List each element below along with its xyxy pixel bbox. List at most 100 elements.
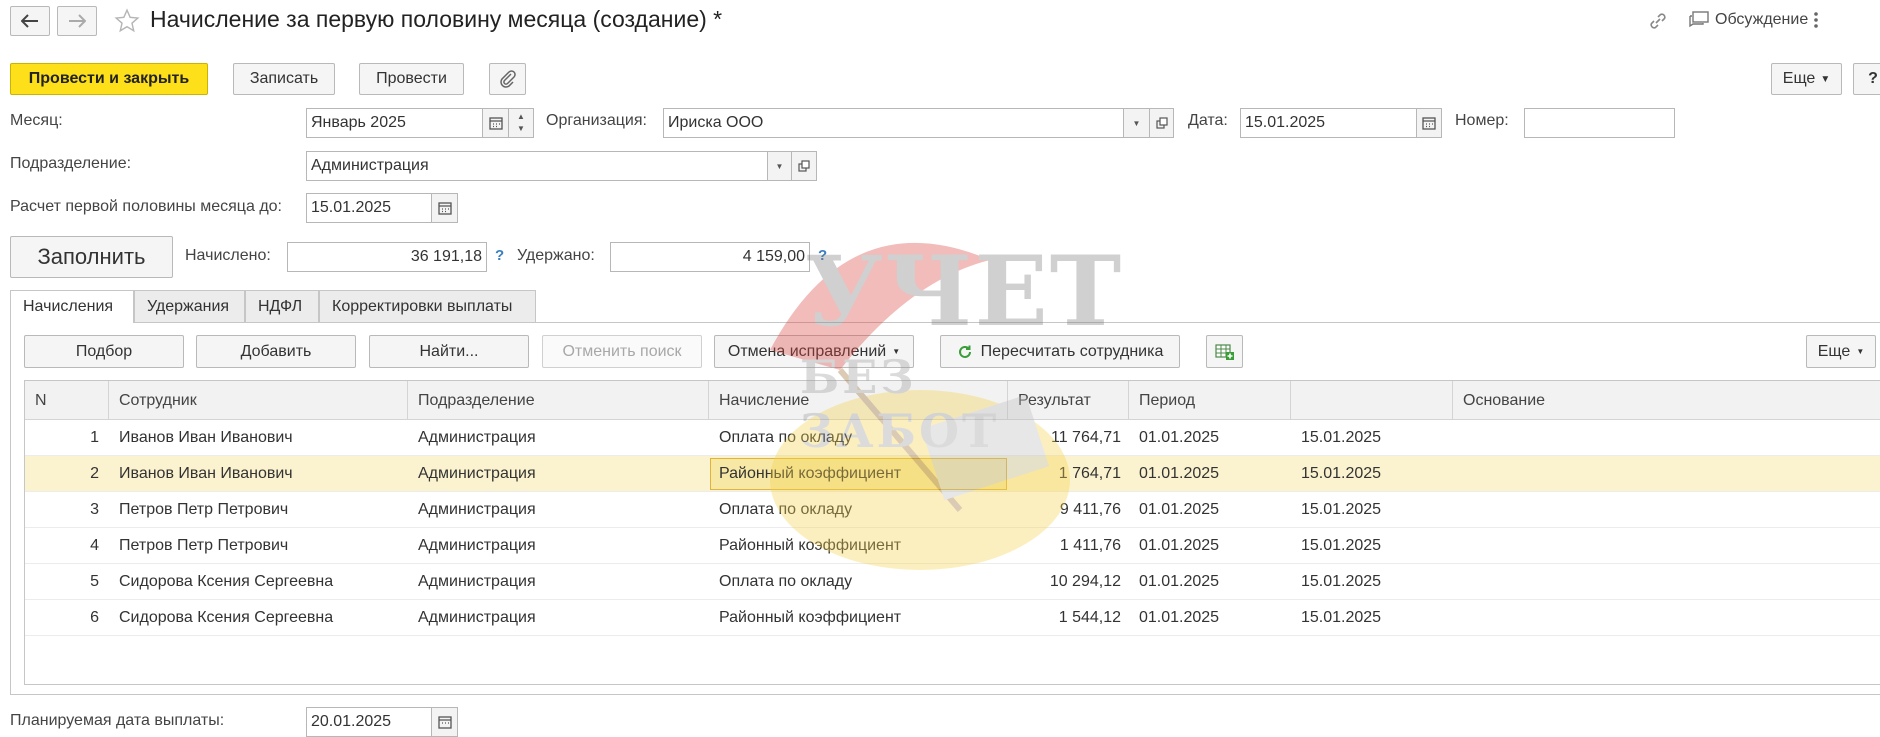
calc-until-calendar-button[interactable] bbox=[431, 193, 458, 223]
table-row[interactable]: 4 Петров Петр Петрович Администрация Рай… bbox=[25, 528, 1880, 564]
more-button[interactable]: Еще ▼ bbox=[1771, 63, 1842, 95]
table-row[interactable]: 1 Иванов Иван Иванович Администрация Опл… bbox=[25, 420, 1880, 456]
recalc-employee-button[interactable]: Пересчитать сотрудника bbox=[940, 335, 1180, 368]
period-start-cell[interactable]: 01.01.2025 bbox=[1139, 420, 1219, 456]
more-menu-icon[interactable] bbox=[1810, 9, 1822, 31]
accrual-cell[interactable]: Районный коэффициент bbox=[719, 600, 901, 636]
period-end-cell[interactable]: 15.01.2025 bbox=[1301, 420, 1381, 456]
result-cell[interactable]: 11 764,71 bbox=[1008, 420, 1121, 456]
tab-deductions[interactable]: Удержания bbox=[134, 290, 245, 322]
calc-until-field[interactable]: 15.01.2025 bbox=[306, 193, 432, 223]
accrual-cell[interactable]: Оплата по окладу bbox=[719, 492, 852, 528]
save-button[interactable]: Записать bbox=[233, 63, 335, 95]
cancel-corrections-label: Отмена исправлений bbox=[727, 342, 887, 360]
period-start-cell[interactable]: 01.01.2025 bbox=[1139, 456, 1219, 492]
column-header-period[interactable]: Период bbox=[1129, 381, 1291, 420]
table-more-button[interactable]: Еще ▼ bbox=[1806, 335, 1876, 368]
date-field[interactable]: 15.01.2025 bbox=[1240, 108, 1417, 138]
period-end-cell[interactable]: 15.01.2025 bbox=[1301, 528, 1381, 564]
accrual-cell[interactable]: Оплата по окладу bbox=[719, 420, 852, 456]
number-field[interactable] bbox=[1524, 108, 1675, 138]
accruals-table[interactable]: N Сотрудник Подразделение Начисление Рез… bbox=[24, 380, 1880, 685]
row-number: 1 bbox=[90, 429, 99, 446]
employee-cell[interactable]: Иванов Иван Иванович bbox=[119, 456, 293, 492]
column-header-employee[interactable]: Сотрудник bbox=[109, 381, 408, 420]
period-end-cell[interactable]: 15.01.2025 bbox=[1301, 492, 1381, 528]
department-cell[interactable]: Администрация bbox=[418, 600, 536, 636]
discussion-button[interactable]: Обсуждение bbox=[1689, 8, 1808, 32]
employee-cell[interactable]: Петров Петр Петрович bbox=[119, 492, 288, 528]
accrued-help-icon[interactable]: ? bbox=[495, 247, 504, 264]
result-cell[interactable]: 9 411,76 bbox=[1008, 492, 1121, 528]
organization-field[interactable]: Ириска ООО bbox=[663, 108, 1124, 138]
cancel-search-button[interactable]: Отменить поиск bbox=[542, 335, 702, 368]
spin-down-icon[interactable]: ▼ bbox=[517, 123, 525, 135]
accrual-cell[interactable]: Оплата по окладу bbox=[719, 564, 852, 600]
post-button[interactable]: Провести bbox=[359, 63, 464, 95]
period-start-cell[interactable]: 01.01.2025 bbox=[1139, 600, 1219, 636]
accrual-cell[interactable]: Районный коэффициент bbox=[719, 528, 901, 564]
tab-accruals[interactable]: Начисления bbox=[10, 290, 134, 323]
column-header-result[interactable]: Результат bbox=[1008, 381, 1129, 420]
date-calendar-button[interactable] bbox=[1416, 108, 1442, 138]
department-cell[interactable]: Администрация bbox=[418, 528, 536, 564]
department-cell[interactable]: Администрация bbox=[418, 492, 536, 528]
department-cell[interactable]: Администрация bbox=[418, 564, 536, 600]
column-header-period-end[interactable] bbox=[1291, 381, 1453, 420]
payment-date-field[interactable]: 20.01.2025 bbox=[306, 707, 432, 737]
department-cell[interactable]: Администрация bbox=[418, 420, 536, 456]
period-end-cell[interactable]: 15.01.2025 bbox=[1301, 456, 1381, 492]
forward-button[interactable] bbox=[57, 6, 97, 36]
post-and-close-button[interactable]: Провести и закрыть bbox=[10, 63, 208, 95]
open-link-icon bbox=[1155, 117, 1168, 129]
pick-button[interactable]: Подбор bbox=[24, 335, 184, 368]
department-dropdown-button[interactable]: ▼ bbox=[767, 151, 792, 181]
table-row[interactable]: 2 Иванов Иван Иванович Администрация Рай… bbox=[25, 456, 1880, 492]
employee-cell[interactable]: Иванов Иван Иванович bbox=[119, 420, 293, 456]
add-button[interactable]: Добавить bbox=[196, 335, 356, 368]
back-button[interactable] bbox=[10, 6, 50, 36]
payment-date-calendar-button[interactable] bbox=[431, 707, 458, 737]
department-open-button[interactable] bbox=[791, 151, 817, 181]
period-end-cell[interactable]: 15.01.2025 bbox=[1301, 564, 1381, 600]
organization-dropdown-button[interactable]: ▼ bbox=[1123, 108, 1150, 138]
column-header-department[interactable]: Подразделение bbox=[408, 381, 709, 420]
period-start-cell[interactable]: 01.01.2025 bbox=[1139, 492, 1219, 528]
accrual-cell[interactable]: Районный коэффициент bbox=[719, 456, 901, 492]
department-field[interactable]: Администрация bbox=[306, 151, 768, 181]
organization-open-button[interactable] bbox=[1149, 108, 1174, 138]
favorite-star-icon[interactable] bbox=[114, 8, 140, 34]
fill-button[interactable]: Заполнить bbox=[10, 236, 173, 278]
department-cell[interactable]: Администрация bbox=[418, 456, 536, 492]
column-header-n[interactable]: N bbox=[25, 381, 109, 420]
period-end-cell[interactable]: 15.01.2025 bbox=[1301, 600, 1381, 636]
spin-up-icon[interactable]: ▲ bbox=[517, 111, 525, 123]
column-header-basis[interactable]: Основание bbox=[1453, 381, 1880, 420]
employee-cell[interactable]: Сидорова Ксения Сергеевна bbox=[119, 564, 333, 600]
period-start-cell[interactable]: 01.01.2025 bbox=[1139, 528, 1219, 564]
link-icon[interactable] bbox=[1647, 10, 1669, 32]
table-row[interactable]: 3 Петров Петр Петрович Администрация Опл… bbox=[25, 492, 1880, 528]
table-row[interactable]: 5 Сидорова Ксения Сергеевна Администраци… bbox=[25, 564, 1880, 600]
employee-cell[interactable]: Петров Петр Петрович bbox=[119, 528, 288, 564]
month-field[interactable]: Январь 2025 bbox=[306, 108, 483, 138]
tab-ndfl[interactable]: НДФЛ bbox=[245, 290, 319, 322]
column-header-accrual[interactable]: Начисление bbox=[709, 381, 1008, 420]
tab-payment-corrections[interactable]: Корректировки выплаты bbox=[319, 290, 536, 322]
result-cell[interactable]: 1 544,12 bbox=[1008, 600, 1121, 636]
find-button[interactable]: Найти... bbox=[369, 335, 529, 368]
result-cell[interactable]: 1 411,76 bbox=[1008, 528, 1121, 564]
withheld-help-icon[interactable]: ? bbox=[818, 247, 827, 264]
table-settings-button[interactable] bbox=[1206, 335, 1243, 368]
table-row[interactable]: 6 Сидорова Ксения Сергеевна Администраци… bbox=[25, 600, 1880, 636]
result-cell[interactable]: 1 764,71 bbox=[1008, 456, 1121, 492]
result-cell[interactable]: 10 294,12 bbox=[1008, 564, 1121, 600]
month-calendar-button[interactable] bbox=[482, 108, 509, 138]
chevron-down-icon: ▼ bbox=[775, 161, 784, 171]
employee-cell[interactable]: Сидорова Ксения Сергеевна bbox=[119, 600, 333, 636]
period-start-cell[interactable]: 01.01.2025 bbox=[1139, 564, 1219, 600]
month-spinner[interactable]: ▲ ▼ bbox=[508, 108, 534, 138]
help-button[interactable]: ? bbox=[1853, 63, 1880, 95]
attach-button[interactable] bbox=[489, 63, 526, 95]
cancel-corrections-button[interactable]: Отмена исправлений ▼ bbox=[714, 335, 914, 368]
